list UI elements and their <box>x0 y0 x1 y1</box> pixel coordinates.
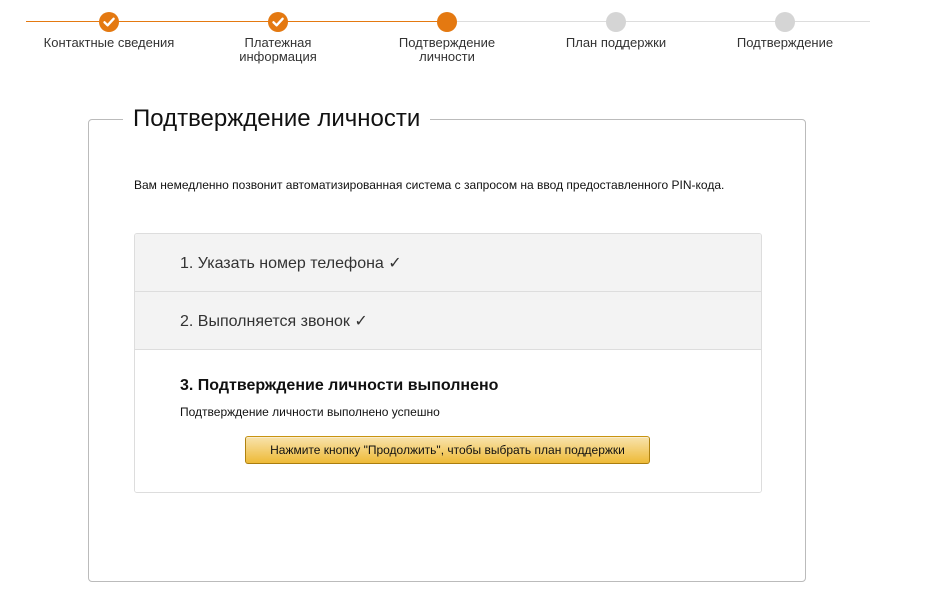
progress-track-remaining <box>448 21 870 22</box>
step-label: Платежная информация <box>239 35 317 64</box>
step-pending-dot <box>775 12 795 32</box>
step-done-dot <box>268 12 288 32</box>
verification-step-call: 2. Выполняется звонок ✓ <box>135 292 761 350</box>
step-label: Контактные сведения <box>43 35 175 50</box>
check-icon <box>272 17 284 27</box>
step-current-dot <box>437 12 457 32</box>
check-icon <box>103 17 115 27</box>
identity-verification-panel: Подтверждение личности Вам немедленно по… <box>88 101 806 582</box>
step-pending-dot <box>606 12 626 32</box>
step-done-dot <box>99 12 119 32</box>
progress-stepper: Контактные сведения Платежная информация… <box>0 0 950 80</box>
verification-complete-title: 3. Подтверждение личности выполнено <box>180 377 499 394</box>
verification-step-complete: 3. Подтверждение личности выполнено Подт… <box>135 350 761 492</box>
verification-steps: 1. Указать номер телефона ✓ 2. Выполняет… <box>134 233 762 493</box>
page-title: Подтверждение личности <box>123 101 431 137</box>
progress-track-completed <box>26 21 448 22</box>
step-label: Подтверждение <box>736 35 834 50</box>
step-label: Подтверждение личности <box>398 35 496 64</box>
step-label: План поддержки <box>565 35 667 50</box>
panel-intro-text: Вам немедленно позвонит автоматизированн… <box>134 178 725 192</box>
verification-step-label: 1. Указать номер телефона ✓ <box>180 255 402 272</box>
continue-button[interactable]: Нажмите кнопку "Продолжить", чтобы выбра… <box>245 436 650 464</box>
verification-complete-message: Подтверждение личности выполнено успешно <box>180 405 440 419</box>
verification-step-label: 2. Выполняется звонок ✓ <box>180 313 368 330</box>
verification-step-phone: 1. Указать номер телефона ✓ <box>135 234 761 292</box>
